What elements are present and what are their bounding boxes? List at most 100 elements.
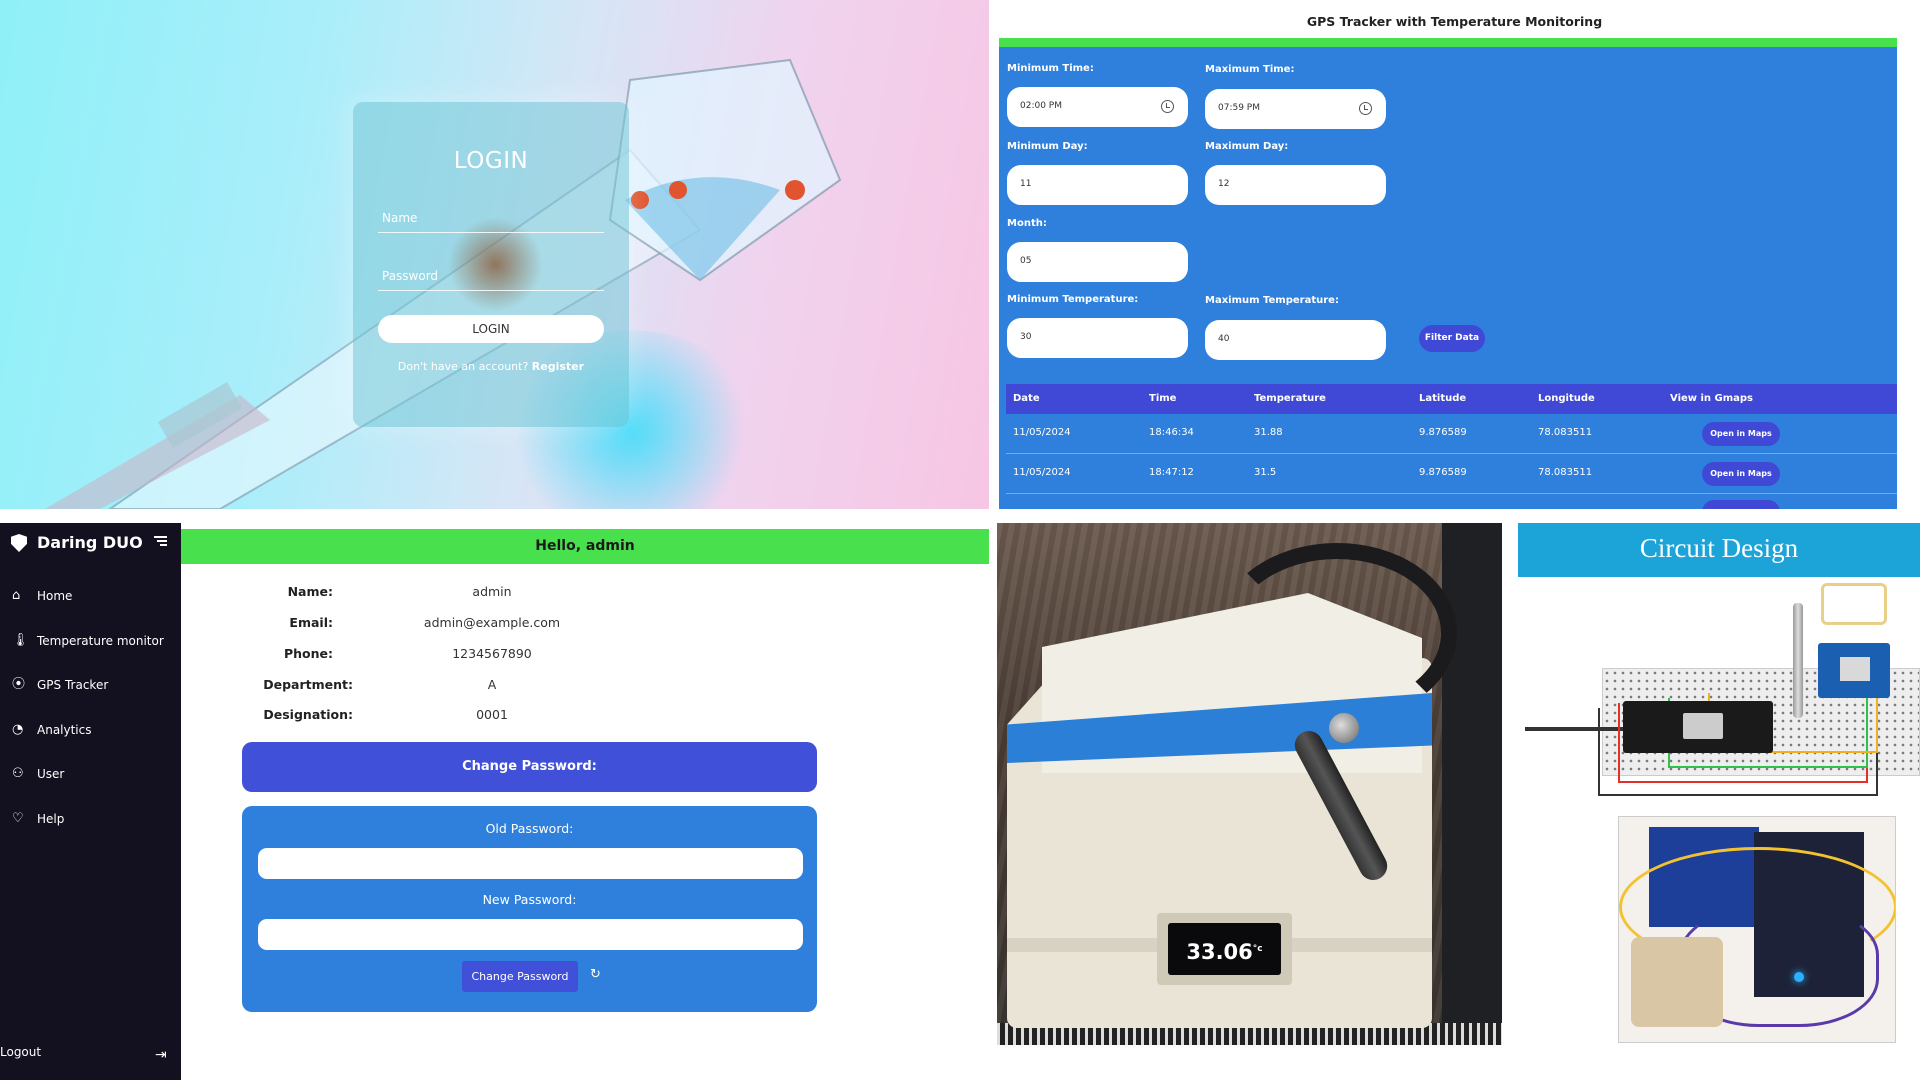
cell-time: 18:46:34 — [1149, 427, 1194, 438]
cell-date: 11/05/2024 — [1013, 427, 1071, 438]
name-placeholder: Name — [382, 211, 418, 225]
cell-time: 18:47:12 — [1149, 467, 1194, 478]
profile-department-label: Department: — [263, 677, 353, 692]
column-header-temperature: Temperature — [1254, 393, 1326, 404]
cell-latitude: 9.876589 — [1419, 427, 1467, 438]
gps-antenna — [1821, 583, 1887, 625]
sidebar-item-label: Analytics — [37, 723, 92, 737]
change-password-header: Change Password: — [242, 742, 817, 792]
column-header-latitude: Latitude — [1419, 393, 1467, 404]
logout-label: Logout — [0, 1045, 42, 1059]
password-placeholder: Password — [382, 269, 439, 283]
min-temp-label: Minimum Temperature: — [1007, 294, 1139, 305]
month-label: Month: — [1007, 218, 1047, 229]
gps-tracker-screen: GPS Tracker with Temperature Monitoring … — [989, 0, 1920, 509]
cell-temperature: 31.5 — [1254, 467, 1277, 478]
sidebar-item-label: Help — [37, 812, 65, 826]
menu-toggle-icon[interactable] — [154, 536, 167, 547]
temperature-reading: 33.06 — [1186, 940, 1253, 964]
cell-temperature: 31.88 — [1254, 427, 1283, 438]
refresh-icon[interactable]: ↻ — [590, 967, 601, 982]
open-in-maps-button-partial[interactable] — [1702, 500, 1780, 509]
sidebar: Daring DUO ⌂ Home 🌡 Temperature monitor … — [0, 523, 181, 1080]
cell-date: 11/05/2024 — [1013, 467, 1071, 478]
table-header: Date Time Temperature Latitude Longitude… — [1006, 384, 1897, 414]
change-password-button[interactable]: Change Password — [462, 961, 578, 992]
max-temp-input[interactable]: 40 — [1205, 320, 1386, 360]
login-title: LOGIN — [453, 148, 529, 174]
cell-longitude: 78.083511 — [1538, 467, 1593, 478]
profile-designation-label: Designation: — [263, 707, 353, 722]
probe-cable — [1217, 543, 1457, 723]
user-dashboard-screen: Daring DUO ⌂ Home 🌡 Temperature monitor … — [0, 523, 989, 1080]
open-in-maps-button[interactable]: Open in Maps — [1702, 422, 1780, 446]
old-password-input[interactable] — [258, 848, 803, 879]
profile-phone-label: Phone: — [283, 646, 333, 661]
sidebar-item-user[interactable]: ⚇ User — [0, 759, 181, 789]
name-input[interactable]: Name — [378, 205, 604, 233]
table-row-partial — [1006, 494, 1897, 509]
probe-tip — [1329, 713, 1359, 743]
sidebar-item-help[interactable]: ♡ Help — [0, 804, 181, 834]
oled-display: 33.06°c — [1168, 923, 1281, 975]
profile-department-value: A — [487, 677, 497, 692]
max-time-input[interactable]: 07:59 PM — [1205, 89, 1386, 129]
cell-longitude: 78.083511 — [1538, 427, 1593, 438]
clock-icon[interactable] — [1359, 102, 1372, 115]
greeting-bar: Hello, admin — [181, 529, 989, 564]
register-link[interactable]: Register — [532, 360, 584, 373]
gps-page-title: GPS Tracker with Temperature Monitoring — [1306, 14, 1603, 29]
column-header-gmaps: View in Gmaps — [1670, 393, 1754, 404]
old-password-label: Old Password: — [485, 821, 574, 836]
new-password-input[interactable] — [258, 919, 803, 950]
logout-icon: ⇥ — [155, 1047, 167, 1063]
column-header-date: Date — [1013, 393, 1040, 404]
sidebar-item-label: GPS Tracker — [37, 678, 109, 692]
max-day-input[interactable]: 12 — [1205, 165, 1386, 205]
min-time-input[interactable]: 02:00 PM — [1007, 87, 1188, 127]
profile-phone-value: 1234567890 — [452, 646, 532, 661]
heart-icon: ♡ — [12, 811, 24, 826]
max-day-label: Maximum Day: — [1205, 141, 1289, 152]
thermometer-icon: 🌡 — [12, 633, 29, 648]
change-password-form: Old Password: New Password: Change Passw… — [242, 806, 817, 1012]
open-in-maps-button[interactable]: Open in Maps — [1702, 462, 1780, 486]
profile-designation-value: 0001 — [476, 707, 508, 722]
min-day-label: Minimum Day: — [1007, 141, 1088, 152]
temperature-unit: °c — [1252, 944, 1263, 954]
column-header-time: Time — [1149, 393, 1177, 404]
max-time-label: Maximum Time: — [1205, 64, 1295, 75]
month-input[interactable]: 05 — [1007, 242, 1188, 282]
sidebar-item-label: Home — [37, 589, 73, 603]
sidebar-item-label: User — [37, 767, 65, 781]
login-screen: LOGIN Name Password LOGIN Don't have an … — [0, 0, 989, 509]
microcontroller-board — [1623, 701, 1773, 753]
shield-icon — [11, 534, 27, 552]
register-prompt-text: Don't have an account? — [397, 360, 529, 373]
logout-button[interactable]: Logout ⇥ — [0, 1041, 181, 1071]
profile-email-label: Email: — [289, 615, 333, 630]
clock-icon[interactable] — [1161, 100, 1174, 113]
login-card: LOGIN Name Password LOGIN Don't have an … — [353, 102, 629, 427]
new-password-label: New Password: — [482, 892, 577, 907]
cell-latitude: 9.876589 — [1419, 467, 1467, 478]
min-day-input[interactable]: 11 — [1007, 165, 1188, 205]
circuit-title: Circuit Design — [1639, 533, 1799, 563]
profile-name-label: Name: — [287, 584, 333, 599]
column-header-longitude: Longitude — [1538, 393, 1595, 404]
circuit-design-figure: Circuit Design — [1518, 523, 1920, 1045]
min-time-value: 02:00 PM — [1020, 101, 1062, 111]
pie-chart-icon: ◔ — [12, 722, 24, 737]
password-input[interactable]: Password — [378, 263, 604, 291]
gps-filter-area: Minimum Time: 02:00 PM Maximum Time: 07:… — [999, 47, 1897, 509]
min-temp-input[interactable]: 30 — [1007, 318, 1188, 358]
register-prompt: Don't have an account? Register — [353, 360, 629, 373]
header-accent-bar — [999, 38, 1897, 47]
gps-module — [1818, 643, 1890, 698]
max-temp-label: Maximum Temperature: — [1205, 295, 1339, 306]
login-button[interactable]: LOGIN — [378, 315, 604, 343]
device-photo: 33.06°c — [997, 523, 1502, 1045]
table-row: 11/05/2024 18:47:12 31.5 9.876589 78.083… — [1006, 454, 1897, 494]
user-icon: ⚇ — [12, 766, 24, 781]
filter-data-button[interactable]: Filter Data — [1419, 325, 1485, 352]
